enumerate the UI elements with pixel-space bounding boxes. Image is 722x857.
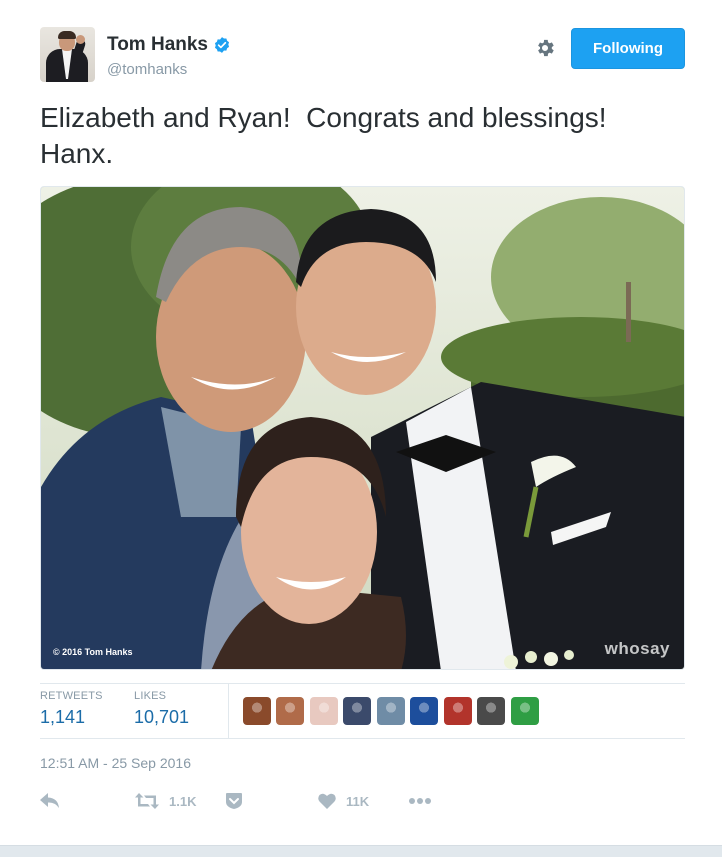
liker-avatar-5[interactable] [377,697,405,725]
tweet-actions: 1.1K 11K [40,790,490,812]
bookmark-icon [226,793,242,809]
likes-stat[interactable]: LIKES 10,701 [134,690,189,728]
liker-avatar-7[interactable] [444,697,472,725]
stats-separator [228,684,229,738]
retweets-count[interactable]: 1,141 [40,707,103,728]
liker-avatar-4[interactable] [343,697,371,725]
following-button[interactable]: Following [571,28,685,69]
stats-divider-bottom [40,738,685,739]
liker-avatar-1[interactable] [243,697,271,725]
author-name[interactable]: Tom Hanks [107,34,208,56]
likes-count[interactable]: 10,701 [134,707,189,728]
more-button[interactable] [408,790,432,812]
liker-avatar-2[interactable] [276,697,304,725]
retweets-label: RETWEETS [40,690,103,702]
photo-credit: © 2016 Tom Hanks [53,647,133,657]
retweets-stat[interactable]: RETWEETS 1,141 [40,690,103,728]
author-handle[interactable]: @tomhanks [107,61,231,78]
photo-watermark: whosay [604,639,670,658]
more-icon [409,798,431,804]
author-avatar[interactable] [40,27,95,82]
liker-avatar-8[interactable] [477,697,505,725]
like-count: 11K [346,793,370,809]
retweet-icon [135,793,159,809]
timeline-footer-bar [0,845,722,857]
author-info: Tom Hanks @tomhanks [107,34,231,78]
liker-avatar-9[interactable] [511,697,539,725]
tweet-card: Tom Hanks @tomhanks Following Elizabeth … [0,0,722,845]
heart-icon [318,793,336,809]
liker-avatar-6[interactable] [410,697,438,725]
stats-divider-top [40,683,685,684]
tweet-timestamp[interactable]: 12:51 AM - 25 Sep 2016 [40,755,191,771]
liker-avatar-3[interactable] [310,697,338,725]
bookmark-button[interactable] [225,790,243,812]
gear-icon[interactable] [534,37,556,59]
photo-illustration [41,187,684,669]
likes-label: LIKES [134,690,167,702]
tweet-text: Elizabeth and Ryan! Congrats and blessin… [40,102,607,169]
tweet-photo[interactable]: © 2016 Tom Hanks whosay [40,186,685,670]
verified-badge-icon [214,37,230,53]
retweet-button[interactable]: 1.1K [135,790,196,812]
retweet-count: 1.1K [169,793,197,809]
reply-icon [40,793,59,808]
like-button[interactable]: 11K [318,790,369,812]
reply-button[interactable] [40,790,60,812]
